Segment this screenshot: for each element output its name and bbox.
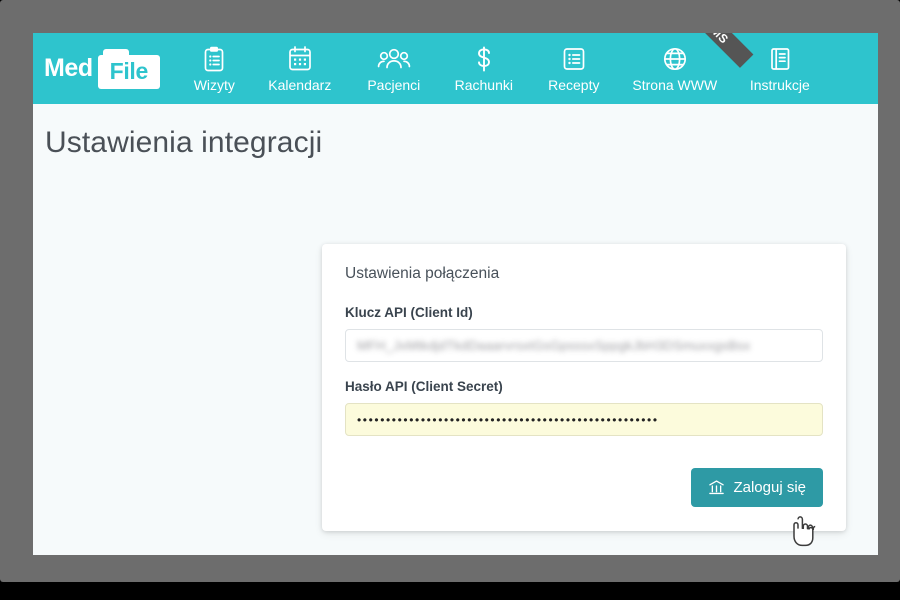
nav-item-pacjenci[interactable]: Pacjenci bbox=[349, 33, 439, 104]
nav-item-recepty[interactable]: Recepty bbox=[529, 33, 619, 104]
book-icon bbox=[768, 43, 792, 74]
page-title: Ustawienia integracji bbox=[45, 126, 323, 159]
nav-item-strona-www[interactable]: Strona WWW SMS bbox=[619, 33, 754, 104]
login-button-label: Zaloguj się bbox=[733, 479, 806, 496]
calendar-icon bbox=[287, 43, 313, 74]
card-title: Ustawienia połączenia bbox=[345, 265, 500, 282]
connection-settings-card: Ustawienia połączenia Klucz API (Client … bbox=[322, 244, 846, 531]
nav-label-wizyty: Wizyty bbox=[193, 77, 235, 93]
dollar-sign-icon bbox=[473, 43, 495, 74]
app-logo[interactable]: Med File bbox=[33, 33, 178, 104]
nav-label-pacjenci: Pacjenci bbox=[367, 77, 421, 93]
folder-icon: File bbox=[97, 48, 160, 89]
client-secret-input[interactable]: ••••••••••••••••••••••••••••••••••••••••… bbox=[345, 403, 823, 436]
nav-item-wizyty[interactable]: Wizyty bbox=[178, 33, 251, 104]
list-icon bbox=[561, 43, 587, 74]
device-frame: Med File Wizyty Kalendarz Pacjenci Rachu… bbox=[0, 0, 900, 582]
client-id-label: Klucz API (Client Id) bbox=[345, 305, 473, 320]
nav-label-instrukcje: Instrukcje bbox=[749, 77, 810, 93]
app-window: Med File Wizyty Kalendarz Pacjenci Rachu… bbox=[33, 33, 878, 555]
people-group-icon bbox=[377, 43, 411, 74]
nav-item-kalendarz[interactable]: Kalendarz bbox=[251, 33, 349, 104]
nav-item-rachunki[interactable]: Rachunki bbox=[439, 33, 529, 104]
login-button[interactable]: Zaloguj się bbox=[691, 468, 823, 507]
nav-item-instrukcje[interactable]: Instrukcje bbox=[731, 33, 829, 104]
nav-label-rachunki: Rachunki bbox=[454, 77, 513, 93]
client-secret-label: Hasło API (Client Secret) bbox=[345, 379, 503, 394]
card-actions: Zaloguj się bbox=[345, 468, 823, 507]
client-secret-value: ••••••••••••••••••••••••••••••••••••••••… bbox=[357, 412, 659, 427]
logo-text-file: File bbox=[109, 58, 149, 84]
bottom-strip bbox=[0, 582, 900, 600]
globe-icon bbox=[661, 43, 689, 74]
bank-icon bbox=[708, 479, 725, 496]
page-body: Ustawienia integracji Ustawienia połącze… bbox=[33, 104, 878, 555]
nav-label-strona-www: Strona WWW bbox=[632, 77, 718, 93]
logo-text-med: Med bbox=[44, 54, 93, 82]
nav-label-recepty: Recepty bbox=[548, 77, 600, 93]
nav-label-kalendarz: Kalendarz bbox=[268, 77, 332, 93]
nav-items: Wizyty Kalendarz Pacjenci Rachunki Recep… bbox=[178, 33, 829, 104]
clipboard-icon bbox=[202, 43, 226, 74]
client-id-value: MFH_JxMtkdjdTkdDaaarvrsxtGsGpsssxSppgkJb… bbox=[357, 338, 751, 353]
top-navigation-bar: Med File Wizyty Kalendarz Pacjenci Rachu… bbox=[33, 33, 878, 104]
client-id-input[interactable]: MFH_JxMtkdjdTkdDaaarvrsxtGsGpsssxSppgkJb… bbox=[345, 329, 823, 362]
